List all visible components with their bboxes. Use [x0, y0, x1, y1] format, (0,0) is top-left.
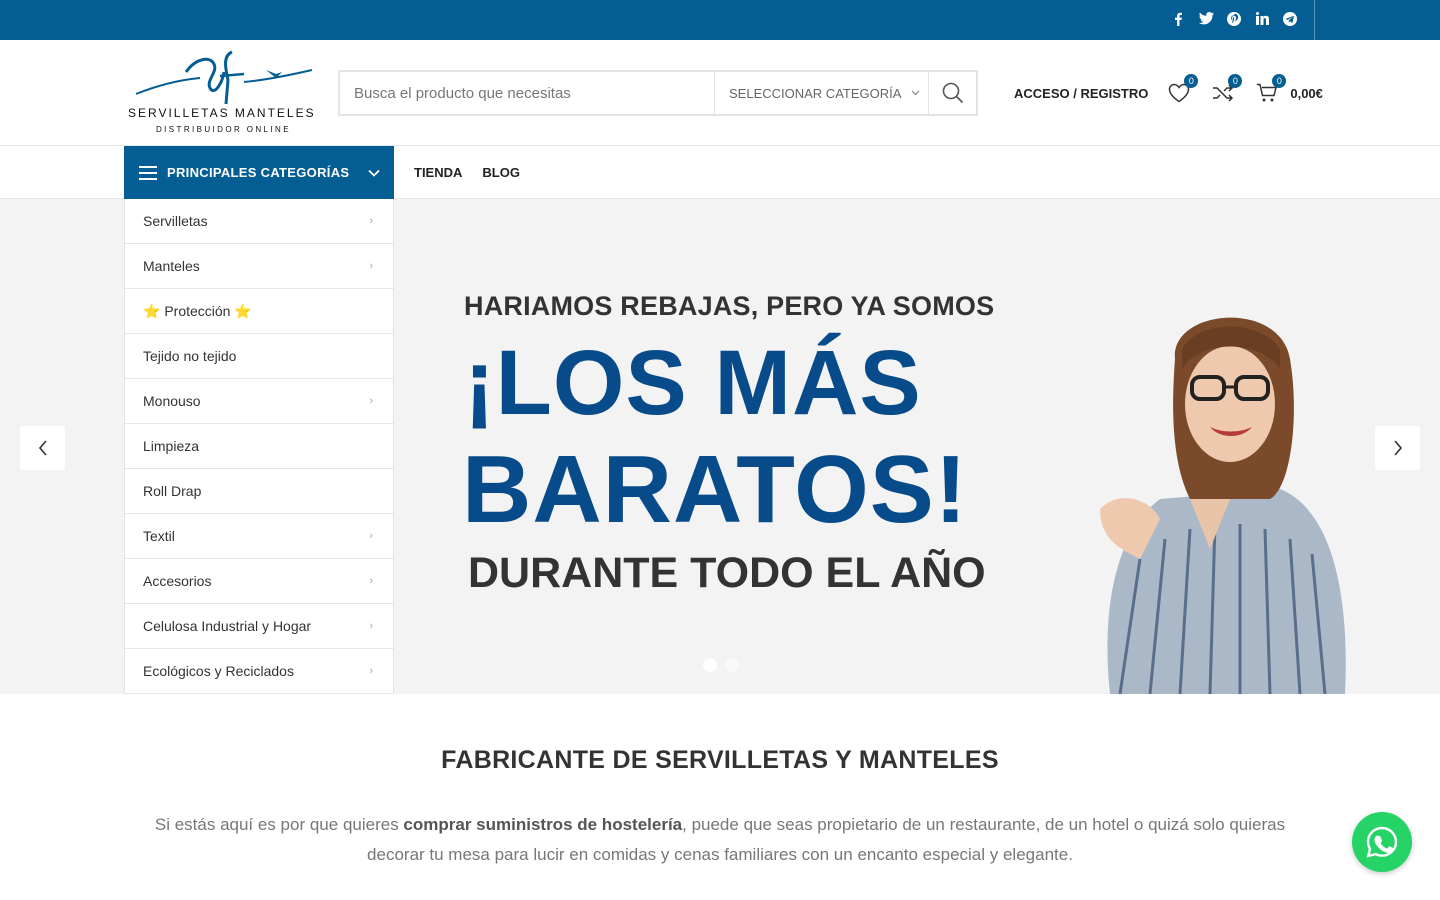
- cart-total[interactable]: 0,00€: [1290, 86, 1323, 101]
- section-title: FABRICANTE DE SERVILLETAS Y MANTELES: [441, 746, 999, 774]
- category-item-ecologicos[interactable]: Ecológicos y Reciclados ›: [125, 649, 393, 694]
- paragraph-bold-text: comprar suministros de hostelería: [403, 815, 683, 834]
- whatsapp-icon: [1366, 826, 1398, 858]
- nav-links: TIENDA BLOG: [414, 146, 520, 199]
- category-label: Accesorios: [143, 573, 212, 589]
- nav-link-tienda[interactable]: TIENDA: [414, 165, 462, 180]
- login-register-link[interactable]: ACCESO / REGISTRO: [1014, 86, 1148, 101]
- chevron-right-icon: ›: [369, 530, 373, 542]
- category-item-roll-drap[interactable]: Roll Drap: [125, 469, 393, 514]
- category-label: Monouso: [143, 393, 201, 409]
- logo-text: SERVILLETAS MANTELES: [128, 106, 316, 120]
- category-label: Ecológicos y Reciclados: [143, 663, 294, 679]
- category-item-monouso[interactable]: Monouso ›: [125, 379, 393, 424]
- category-label: Textil: [143, 528, 175, 544]
- categories-menu-button[interactable]: PRINCIPALES CATEGORÍAS: [124, 146, 394, 199]
- logo-tagline: DISTRIBUIDOR ONLINE: [156, 125, 291, 134]
- hero-subheading: HARIAMOS REBAJAS, PERO YA SOMOS: [464, 291, 995, 321]
- slider-dot-2[interactable]: [725, 658, 739, 672]
- slider-pagination: [703, 658, 739, 672]
- slider-prev-button[interactable]: [20, 426, 65, 470]
- category-label: Manteles: [143, 258, 200, 274]
- topbar-divider: [1314, 0, 1315, 40]
- compare-button[interactable]: 0: [1210, 74, 1243, 106]
- hero-headline-1: ¡LOS MÁS: [464, 332, 922, 434]
- chevron-right-icon: [1393, 440, 1402, 456]
- chevron-right-icon: ›: [369, 575, 373, 587]
- search-bar: SELECCIONAR CATEGORÍA: [338, 70, 978, 116]
- chevron-right-icon: ›: [369, 620, 373, 632]
- logo-monogram-icon: [135, 50, 313, 105]
- chevron-left-icon: [38, 440, 47, 456]
- search-icon: [942, 82, 963, 104]
- category-label: Limpieza: [143, 438, 200, 454]
- category-label: Roll Drap: [143, 483, 202, 499]
- category-item-proteccion[interactable]: ⭐ Protección ⭐: [125, 289, 393, 334]
- linkedin-icon[interactable]: [1252, 12, 1272, 28]
- main-nav: PRINCIPALES CATEGORÍAS TIENDA BLOG: [0, 146, 1440, 199]
- chevron-down-icon: [911, 88, 920, 99]
- pinterest-icon[interactable]: [1224, 11, 1244, 29]
- intro-section: FABRICANTE DE SERVILLETAS Y MANTELES Si …: [0, 694, 1440, 900]
- category-item-tejido-no-tejido[interactable]: Tejido no tejido: [125, 334, 393, 379]
- site-logo[interactable]: SERVILLETAS MANTELES DISTRIBUIDOR ONLINE: [126, 50, 318, 138]
- categories-menu: Servilletas › Manteles › ⭐ Protección ⭐ Te…: [124, 199, 394, 694]
- hero-tagline: DURANTE TODO EL AÑO: [468, 549, 986, 597]
- categories-menu-label: PRINCIPALES CATEGORÍAS: [167, 165, 350, 180]
- category-item-celulosa[interactable]: Celulosa Industrial y Hogar ›: [125, 604, 393, 649]
- slider-dot-1[interactable]: [703, 658, 717, 672]
- facebook-icon[interactable]: [1168, 12, 1188, 29]
- slider-next-button[interactable]: [1375, 426, 1420, 470]
- category-label: Tejido no tejido: [143, 348, 237, 364]
- paragraph-text: Si estás aquí es por que quieres: [154, 815, 404, 834]
- section-paragraph: Si estás aquí es por que quieres comprar…: [140, 810, 1300, 870]
- top-bar: [0, 0, 1440, 40]
- twitter-icon[interactable]: [1196, 12, 1216, 28]
- category-item-textil[interactable]: Textil ›: [125, 514, 393, 559]
- category-select[interactable]: SELECCIONAR CATEGORÍA: [714, 72, 928, 114]
- category-item-manteles[interactable]: Manteles ›: [125, 244, 393, 289]
- chevron-right-icon: ›: [369, 260, 373, 272]
- cart-count: 0: [1272, 74, 1287, 88]
- telegram-icon[interactable]: [1280, 11, 1300, 29]
- hero-headline-2: BARATOS!: [462, 436, 968, 543]
- search-button[interactable]: [928, 72, 976, 114]
- wishlist-button[interactable]: 0: [1166, 74, 1199, 106]
- category-item-servilletas[interactable]: Servilletas ›: [125, 199, 393, 244]
- chevron-down-icon: [368, 164, 380, 182]
- wishlist-count: 0: [1184, 74, 1199, 88]
- cart-button[interactable]: 0: [1254, 74, 1287, 106]
- category-item-accesorios[interactable]: Accesorios ›: [125, 559, 393, 604]
- chevron-right-icon: ›: [369, 395, 373, 407]
- chevron-right-icon: ›: [369, 215, 373, 227]
- category-label: Celulosa Industrial y Hogar: [143, 618, 312, 634]
- hero-woman-image: [1100, 317, 1346, 694]
- search-input[interactable]: [340, 72, 714, 114]
- site-header: SERVILLETAS MANTELES DISTRIBUIDOR ONLINE…: [0, 40, 1440, 146]
- hamburger-icon: [139, 165, 157, 180]
- compare-count: 0: [1228, 74, 1243, 88]
- category-item-limpieza[interactable]: Limpieza: [125, 424, 393, 469]
- category-select-label: SELECCIONAR CATEGORÍA: [729, 85, 902, 101]
- social-links: [1168, 0, 1300, 40]
- chevron-right-icon: ›: [369, 665, 373, 677]
- category-label: ⭐ Protección ⭐: [143, 302, 252, 319]
- nav-link-blog[interactable]: BLOG: [482, 165, 520, 180]
- header-actions: ACCESO / REGISTRO 0 0 0 0,00€: [1014, 74, 1323, 106]
- whatsapp-chat-button[interactable]: [1352, 812, 1412, 872]
- category-label: Servilletas: [143, 213, 208, 229]
